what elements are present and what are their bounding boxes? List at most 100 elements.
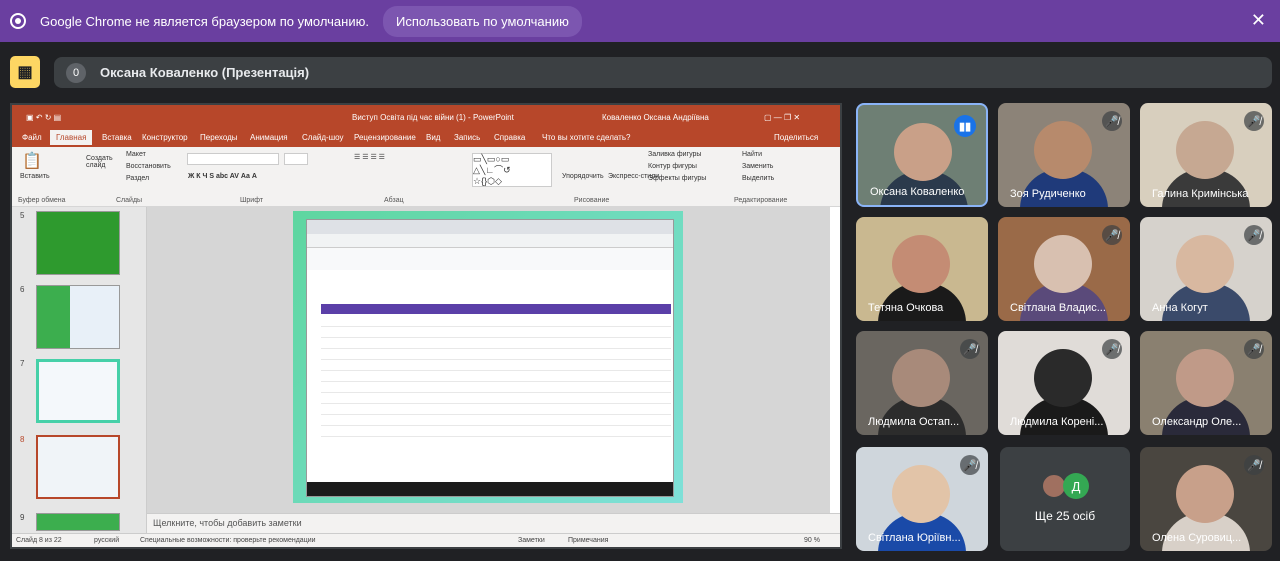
- paragraph-icons[interactable]: ☰ ☰ ☰ ☰: [354, 153, 385, 161]
- tab-help[interactable]: Справка: [494, 133, 525, 142]
- participant-face: [892, 349, 950, 407]
- tab-record[interactable]: Запись: [454, 133, 480, 142]
- layout-button[interactable]: Макет: [126, 151, 146, 158]
- windows-taskbar: [307, 482, 673, 496]
- participant-name: Олена Суровиц...: [1152, 532, 1242, 544]
- participant-name: Людмила Остап...: [868, 416, 960, 428]
- slide-thumbnails: 5 6 7 8 9: [12, 207, 147, 533]
- window-controls-icon[interactable]: ▢ — ❐ ✕: [764, 113, 800, 122]
- tell-me-field[interactable]: Что вы хотите сделать?: [542, 133, 630, 142]
- mic-off-icon: 🎤̸: [960, 339, 980, 359]
- avatar: Д: [1063, 473, 1089, 499]
- replace-button[interactable]: Заменить: [742, 163, 773, 170]
- participant-face: [892, 235, 950, 293]
- mic-off-icon: 🎤̸: [1244, 339, 1264, 359]
- notes-pane[interactable]: Щелкните, чтобы добавить заметки: [147, 513, 840, 533]
- participant-tile[interactable]: Тетяна Очкова: [856, 217, 988, 321]
- mic-off-icon: 🎤̸: [960, 455, 980, 475]
- mic-off-icon: 🎤̸: [1102, 111, 1122, 131]
- presentation-bar: 0 Оксана Коваленко (Презентація): [54, 57, 1272, 88]
- mic-off-icon: 🎤̸: [1102, 339, 1122, 359]
- participant-face: [1176, 121, 1234, 179]
- paste-icon[interactable]: 📋: [22, 151, 42, 171]
- tab-review[interactable]: Рецензирование: [354, 133, 416, 142]
- participant-face: [1034, 235, 1092, 293]
- ppt-doc-title: Виступ Освіта під час війни (1) - PowerP…: [352, 113, 514, 122]
- zoom-level[interactable]: 90 %: [804, 537, 820, 544]
- comments-toggle[interactable]: Примечания: [568, 537, 608, 544]
- set-default-button[interactable]: Использовать по умолчанию: [382, 5, 582, 37]
- participant-name: Світлана Юріївн...: [868, 532, 961, 544]
- shape-effects-button[interactable]: Эффекты фигуры: [648, 175, 706, 182]
- more-participants-label: Ще 25 осіб: [1034, 509, 1096, 523]
- participant-tile[interactable]: 🎤̸ Світлана Юріївн...: [856, 447, 988, 551]
- sheets-toolbar: [307, 248, 673, 270]
- notes-toggle[interactable]: Заметки: [518, 537, 545, 544]
- participant-name: Галина Кримінська: [1152, 188, 1249, 200]
- save-icon[interactable]: ▣ ↶ ↻ ▤: [26, 113, 61, 122]
- slide-thumbnail[interactable]: [36, 359, 120, 423]
- participant-tile[interactable]: 🎤̸ Зоя Рудиченко: [998, 103, 1130, 207]
- participant-tile[interactable]: 🎤̸ Галина Кримінська: [1140, 103, 1272, 207]
- participant-tile[interactable]: 🎤̸ Анна Когут: [1140, 217, 1272, 321]
- participant-face: [1034, 121, 1092, 179]
- slide-canvas: [147, 207, 830, 513]
- tab-transitions[interactable]: Переходы: [200, 133, 238, 142]
- participant-face: [1176, 235, 1234, 293]
- participant-name: Анна Когут: [1152, 302, 1208, 314]
- group-drawing: Рисование: [574, 197, 610, 204]
- shape-fill-button[interactable]: Заливка фигуры: [648, 151, 701, 158]
- shared-screen: ▣ ↶ ↻ ▤ Виступ Освіта під час війни (1) …: [10, 103, 842, 549]
- select-button[interactable]: Выделить: [742, 175, 774, 182]
- tab-animation[interactable]: Анимация: [250, 133, 288, 142]
- tab-file[interactable]: Файл: [22, 133, 42, 142]
- slide-number: 9: [20, 513, 25, 522]
- more-participants-tile[interactable]: Д Ще 25 осіб: [1000, 447, 1130, 551]
- restore-button[interactable]: Восстановить: [126, 163, 171, 170]
- sheet-rows: [321, 316, 671, 444]
- participant-tile[interactable]: 🎤̸ Світлана Владис...: [998, 217, 1130, 321]
- arrange-button[interactable]: Упорядочить: [562, 173, 604, 180]
- shape-outline-button[interactable]: Контур фигуры: [648, 163, 697, 170]
- participant-tile[interactable]: ▮▮ Оксана Коваленко: [856, 103, 988, 207]
- slide-thumbnail[interactable]: [36, 211, 120, 275]
- mic-off-icon: 🎤̸: [1244, 225, 1264, 245]
- font-style-icons[interactable]: Ж К Ч S abc AV Аа A: [188, 173, 257, 180]
- slide-number: 6: [20, 285, 25, 294]
- tab-view[interactable]: Вид: [426, 133, 440, 142]
- find-button[interactable]: Найти: [742, 151, 762, 158]
- group-slides: Слайды: [116, 197, 143, 204]
- tab-design[interactable]: Конструктор: [142, 133, 188, 142]
- participant-tile[interactable]: 🎤̸ Олександр Оле...: [1140, 331, 1272, 435]
- slide-thumbnail[interactable]: [36, 513, 120, 531]
- tab-insert[interactable]: Вставка: [102, 133, 132, 142]
- accessibility-status[interactable]: Специальные возможности: проверьте реком…: [140, 537, 316, 544]
- participant-name: Оксана Коваленко: [870, 186, 965, 198]
- ppt-title-bar: ▣ ↶ ↻ ▤ Виступ Освіта під час війни (1) …: [12, 105, 840, 129]
- participant-face: [892, 465, 950, 523]
- slide-thumbnail-active[interactable]: [36, 435, 120, 499]
- participant-name: Людмила Корені...: [1010, 416, 1104, 428]
- paste-button[interactable]: Вставить: [20, 173, 50, 180]
- current-slide[interactable]: [293, 211, 683, 503]
- tab-slideshow[interactable]: Слайд-шоу: [302, 133, 343, 142]
- section-button[interactable]: Раздел: [126, 175, 149, 182]
- chrome-icon: [10, 13, 26, 29]
- slide-thumbnail[interactable]: [36, 285, 120, 349]
- font-name-box[interactable]: [187, 153, 279, 165]
- shapes-gallery[interactable]: ▭╲▭○▭ △╲∟⌒↺ ☆{}⬡◇: [472, 153, 552, 187]
- new-slide-button[interactable]: Создать слайд: [86, 155, 113, 169]
- participant-tile[interactable]: 🎤̸ Людмила Остап...: [856, 331, 988, 435]
- font-size-box[interactable]: [284, 153, 308, 165]
- group-editing: Редактирование: [734, 197, 788, 204]
- browser-address: [307, 234, 673, 248]
- tab-home[interactable]: Главная: [50, 130, 93, 145]
- slide-number: 5: [20, 211, 25, 220]
- participant-tile[interactable]: 🎤̸ Людмила Корені...: [998, 331, 1130, 435]
- share-button[interactable]: Поделиться: [774, 133, 818, 142]
- presentation-icon[interactable]: ▦: [10, 56, 40, 88]
- group-font: Шрифт: [240, 197, 264, 204]
- close-icon[interactable]: ✕: [1251, 10, 1266, 31]
- participant-tile[interactable]: 🎤̸ Олена Суровиц...: [1140, 447, 1272, 551]
- sheet-header-row: [321, 304, 671, 314]
